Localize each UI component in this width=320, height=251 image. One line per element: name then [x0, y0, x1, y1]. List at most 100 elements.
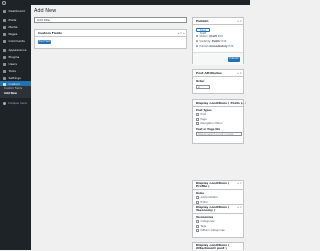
sidebar-item-dashboard[interactable]: Dashboard: [0, 8, 31, 14]
taxonomy-checkbox[interactable]: [196, 220, 199, 223]
post-type-label: Page: [200, 117, 207, 121]
post-type-checkbox[interactable]: [196, 122, 199, 125]
sidebar-item-label: Pages: [8, 31, 18, 36]
roles-label: Roles: [196, 192, 204, 195]
post-type-checkbox[interactable]: [196, 113, 199, 116]
chevron-down-icon[interactable]: ▾: [240, 206, 241, 209]
save-draft-button[interactable]: Save Draft: [196, 28, 210, 35]
sidebar-item-label: Appearance: [8, 47, 27, 52]
page-title: Add New: [34, 8, 57, 14]
postbox-title: Post Attributes: [196, 71, 222, 75]
postbox-header: Display conditions ( Posts ) ▴ ▾: [193, 100, 246, 107]
add-field-button[interactable]: Add Field: [38, 40, 51, 44]
sidebar-item-posts[interactable]: Posts: [0, 17, 31, 23]
collapse-menu[interactable]: Collapse menu: [3, 102, 27, 105]
chevron-up-icon[interactable]: ▴: [237, 72, 238, 75]
status-value: Draft: [209, 35, 217, 39]
sidebar-item-label: Plugins: [8, 54, 20, 59]
taxonomy-checkbox[interactable]: [196, 224, 199, 228]
sidebar-item-label: Dashboard: [8, 8, 25, 13]
sidebar-item-label: Settings: [8, 75, 21, 80]
display-conditions-attachment-box: Display conditions ( Attachment post ): [192, 242, 244, 250]
submenu-item-custom-fields[interactable]: Custom Fields: [4, 87, 22, 90]
postbox-header: Post Attributes ▴ ▾: [193, 70, 243, 77]
postbox-title: Display conditions ( Profile ): [196, 181, 230, 189]
comment-icon: [3, 39, 6, 43]
postbox-header: Display conditions ( Profile ) ▴ ▾: [193, 181, 243, 190]
post-ids-search-input[interactable]: Type to search a post or page: [196, 132, 242, 136]
chevron-up-icon[interactable]: ▴: [237, 20, 238, 23]
post-type-label: Navigation Menu: [200, 122, 223, 126]
sidebar-item-pages[interactable]: Pages: [0, 31, 31, 37]
sidebar-item-label: Posts: [8, 17, 17, 22]
collapse-label: Collapse menu: [8, 102, 28, 105]
publish-date-value: immediately: [209, 45, 228, 49]
admin-bar: [0, 0, 250, 5]
sidebar-item-media[interactable]: Media: [0, 24, 31, 30]
publish-actions: Publish: [193, 52, 243, 65]
submenu-item-add-new[interactable]: Add New: [4, 92, 17, 95]
chevron-down-icon[interactable]: ▾: [240, 182, 241, 185]
publish-date-row: Publish immediately Edit: [196, 45, 233, 48]
postbox-header: Display conditions ( Taxonomy ) ▴ ▾: [193, 205, 243, 214]
taxonomy-checkbox[interactable]: [196, 229, 199, 232]
dashboard-icon: [3, 9, 6, 13]
sidebar-item-label: Comments: [8, 38, 25, 43]
publish-date-label: Publish: [199, 45, 209, 49]
taxonomy-label: Categories: [200, 220, 215, 224]
postbox-title: Custom Fields: [38, 31, 62, 35]
sidebar-item-label: Media: [8, 24, 18, 29]
postbox-title: Publish: [196, 19, 209, 23]
sidebar-item-tools[interactable]: Tools: [0, 68, 31, 74]
plugin-icon: [3, 55, 6, 59]
post-attributes-box: Post Attributes ▴ ▾ Order 0: [192, 69, 244, 94]
users-icon: [3, 62, 6, 66]
toggle-icon[interactable]: ▴: [183, 32, 184, 35]
post-type-label: Post: [200, 113, 206, 117]
taxonomy-label: Tags: [200, 224, 207, 228]
visibility-label: Visibility:: [199, 40, 211, 44]
publish-button[interactable]: Publish: [228, 57, 240, 62]
status-edit-link[interactable]: Edit: [218, 35, 223, 38]
chevron-down-icon[interactable]: ▾: [240, 72, 241, 75]
display-conditions-taxonomy-box: Display conditions ( Taxonomy ) ▴ ▾ Taxo…: [192, 204, 244, 238]
sidebar-item-label: Users: [8, 61, 17, 66]
role-checkbox[interactable]: [196, 196, 199, 199]
title-input[interactable]: Add title: [34, 17, 187, 23]
media-icon: [3, 25, 6, 29]
post-types-label: Post Types: [196, 109, 212, 112]
wrench-icon: [3, 69, 6, 73]
role-label: Administrator: [200, 196, 219, 200]
page-icon: [3, 32, 6, 36]
taxonomies-label: Taxonomies: [196, 216, 214, 219]
chevron-up-icon[interactable]: ▴: [237, 206, 238, 209]
collapse-icon: [3, 102, 6, 105]
chevron-up-icon[interactable]: ▴: [237, 182, 238, 185]
chevron-down-icon[interactable]: ▾: [240, 20, 241, 23]
chevron-up-icon[interactable]: ▴: [178, 32, 179, 35]
postbox-title: Display conditions ( Attachment post ): [196, 243, 230, 251]
custom-fields-box: Custom Fields ▴ ▾ ▴ Add Field: [34, 29, 187, 49]
sidebar-item-label: Tools: [8, 68, 16, 73]
sidebar-item-plugins[interactable]: Plugins: [0, 54, 31, 60]
chevron-down-icon[interactable]: ▾: [180, 32, 181, 35]
post-type-checkbox[interactable]: [196, 117, 199, 121]
sidebar-item-appearance[interactable]: Appearance: [0, 47, 31, 53]
visibility-edit-link[interactable]: Edit: [222, 40, 227, 43]
postbox-header: Publish ▴ ▾: [193, 18, 243, 25]
order-input[interactable]: 0: [196, 85, 210, 89]
sidebar-item-comments[interactable]: Comments: [0, 38, 31, 44]
pin-icon: [3, 18, 6, 22]
sidebar-submenu: Custom Fields Add New: [0, 86, 31, 98]
sidebar-item-users[interactable]: Users: [0, 61, 31, 67]
postbox-header: Custom Fields ▴ ▾ ▴: [35, 30, 186, 37]
post-ids-label: Post or Page IDs: [196, 127, 221, 131]
wordpress-logo-icon[interactable]: [2, 0, 6, 5]
status-row: Status: Draft Edit: [196, 35, 223, 38]
postbox-title: Display conditions ( Taxonomy ): [196, 205, 230, 213]
settings-icon: [3, 76, 6, 80]
chevron-up-icon[interactable]: ▴: [242, 102, 243, 105]
brush-icon: [3, 48, 6, 52]
chevron-down-icon[interactable]: ▾: [245, 102, 246, 105]
publish-date-edit-link[interactable]: Edit: [228, 45, 233, 48]
